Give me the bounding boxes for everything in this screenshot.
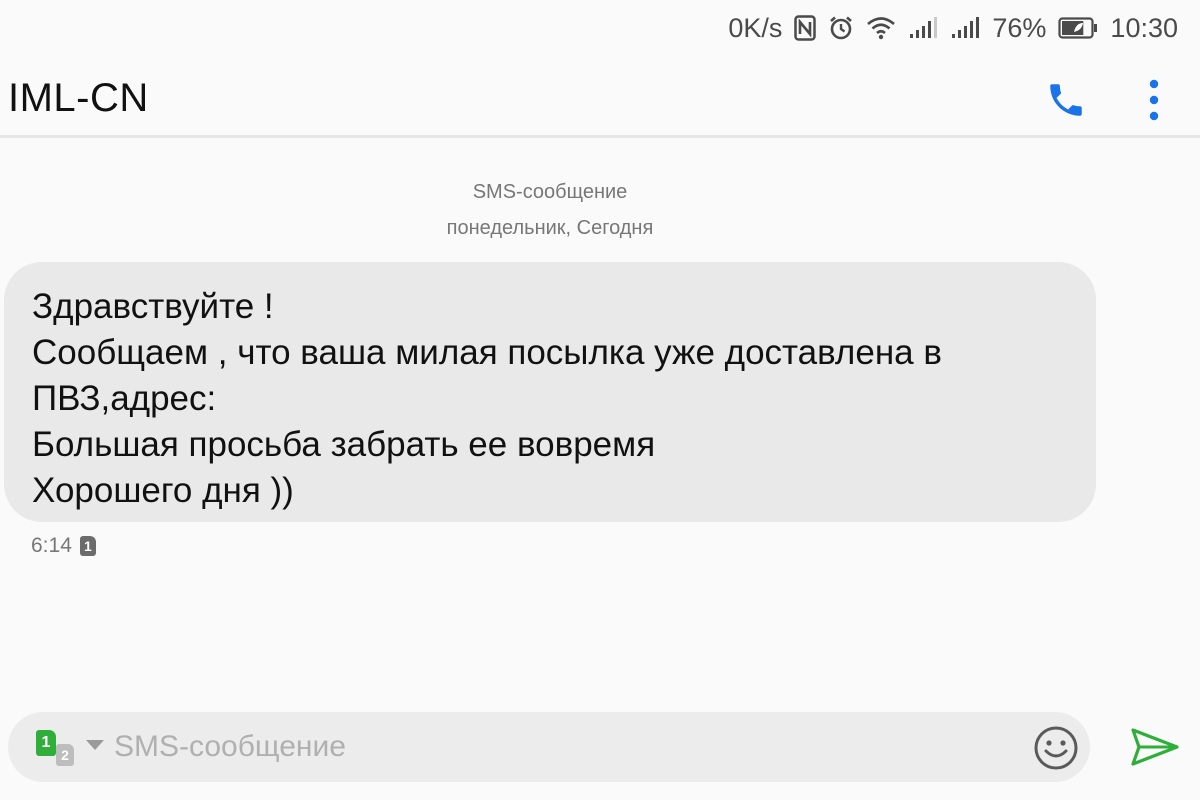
alarm-icon (828, 15, 854, 41)
message-line: Сообщаем , что ваша милая посылка уже до… (32, 333, 942, 372)
message-input[interactable] (114, 724, 1014, 770)
battery-icon (1058, 17, 1098, 39)
sms-conversation-screen: 0K/s 76% 10:30 IML-CN SMS-сообщение поне… (0, 0, 1200, 800)
sim-selector[interactable]: 2 1 (36, 730, 80, 766)
message-line: ПВЗ,адрес: (32, 379, 217, 418)
message-date-label: понедельник, Сегодня (446, 217, 654, 239)
message-composer: 2 1 (8, 712, 1090, 782)
status-bar: 0K/s 76% 10:30 (0, 0, 1200, 56)
wifi-icon (866, 16, 896, 40)
emoji-button[interactable] (1032, 724, 1080, 772)
message-bubble[interactable]: Здравствуйте ! Сообщаем , что ваша милая… (4, 262, 1096, 522)
clock: 10:30 (1110, 12, 1178, 43)
battery-percent: 76% (992, 12, 1047, 43)
sim-1-indicator: 1 (36, 730, 56, 756)
cell-signal-icon-sim1 (908, 16, 938, 40)
more-vertical-icon (1149, 79, 1159, 121)
send-button[interactable] (1128, 722, 1182, 772)
message-meta-row: 6:14 1 (31, 534, 96, 558)
conversation-header: IML-CN (0, 56, 1200, 138)
sim-badge: 1 (79, 536, 96, 556)
message-line: Большая просьба забрать ее вовремя (32, 425, 656, 464)
cell-signal-icon-sim2 (950, 16, 980, 40)
phone-icon (1050, 84, 1082, 116)
network-speed: 0K/s (728, 12, 783, 43)
sim-2-indicator: 2 (56, 744, 74, 766)
message-time: 6:14 (31, 534, 72, 557)
message-line: Хорошего дня )) (32, 471, 294, 510)
send-icon (1131, 728, 1179, 766)
message-line: Здравствуйте ! (32, 287, 274, 326)
chevron-down-icon[interactable] (86, 740, 104, 750)
more-options-button[interactable] (1132, 72, 1176, 128)
emoji-icon (1034, 726, 1078, 770)
message-type-label: SMS-сообщение (472, 181, 628, 203)
contact-name: IML-CN (8, 76, 149, 120)
nfc-icon (794, 15, 817, 41)
call-button[interactable] (1040, 74, 1092, 126)
